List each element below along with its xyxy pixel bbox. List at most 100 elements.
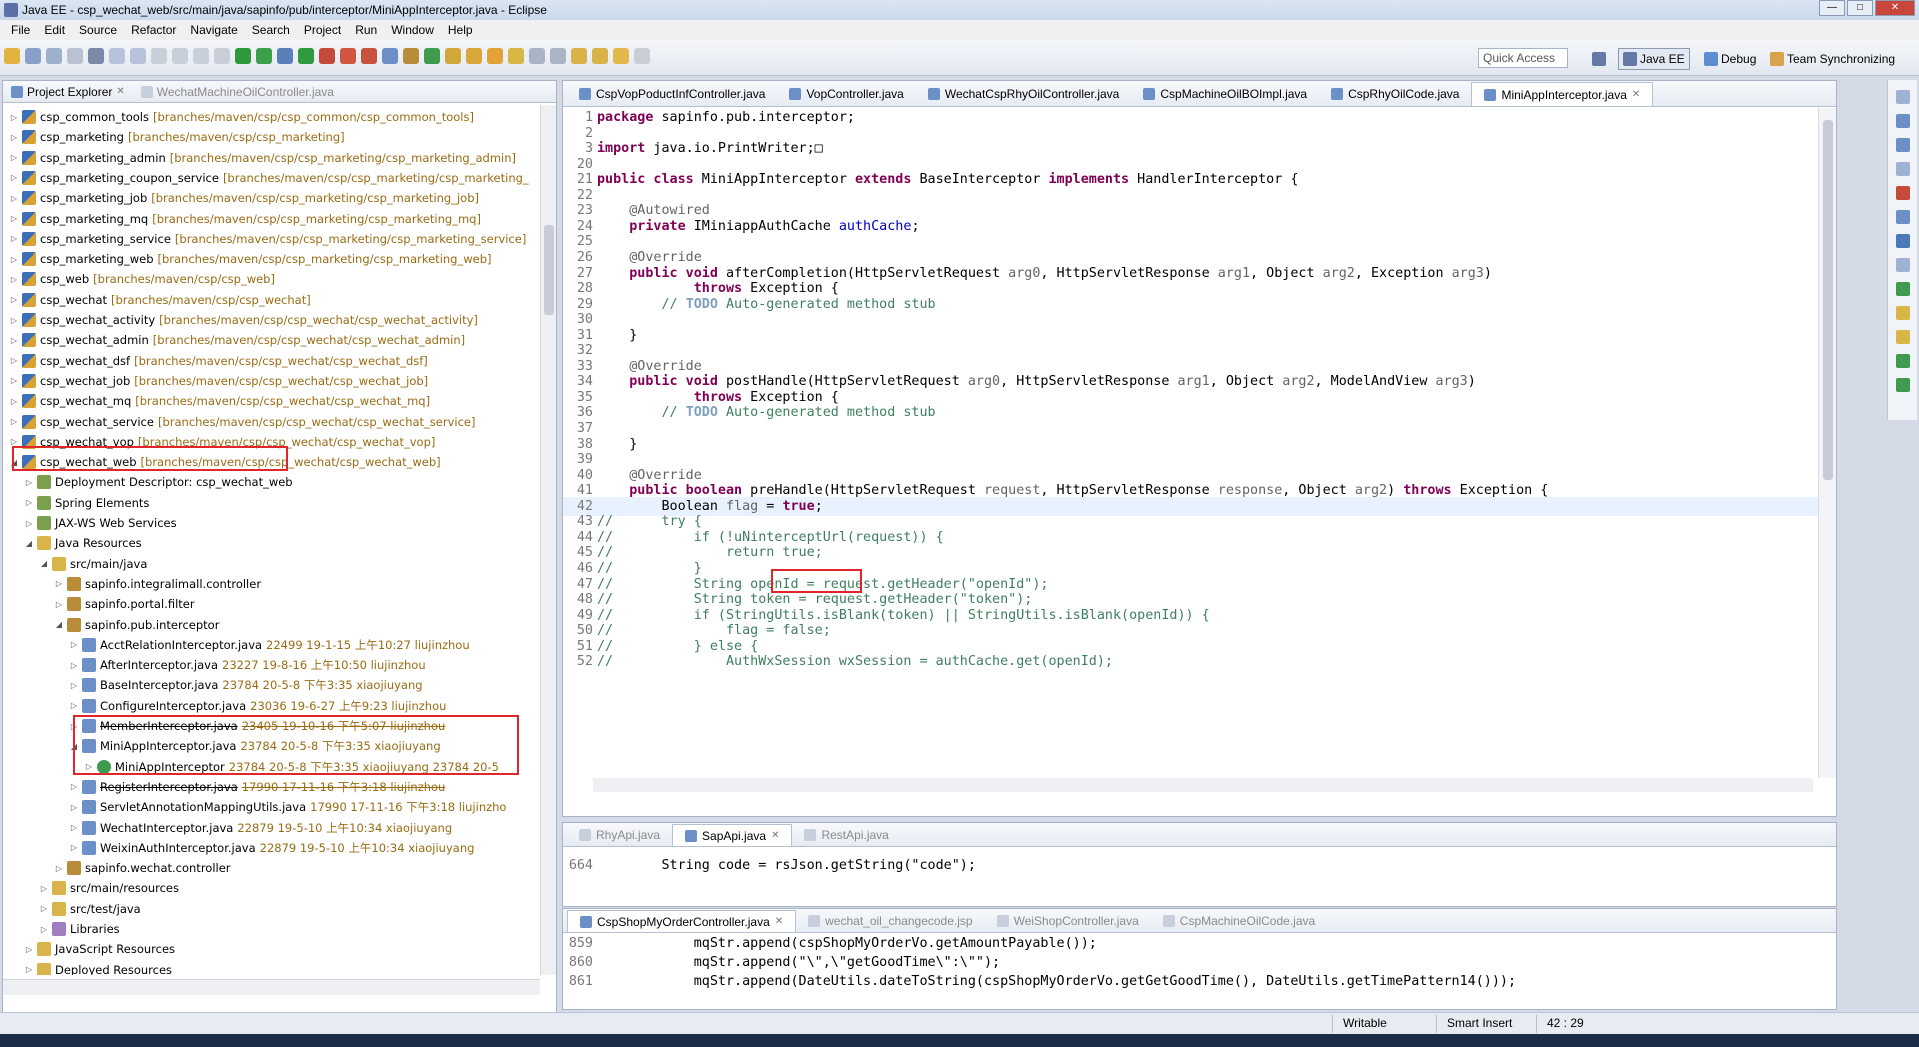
- tree-item[interactable]: ▷ csp_marketing_job [branches/maven/csp/cs…: [9, 188, 479, 208]
- coverage-icon[interactable]: [319, 48, 335, 64]
- expand-arrow-icon[interactable]: ▷: [9, 194, 19, 203]
- snippets-icon[interactable]: [1896, 306, 1910, 320]
- tree-item[interactable]: ▷ csp_marketing_admin [branches/maven/csp/…: [9, 148, 516, 168]
- markers-icon[interactable]: [1896, 162, 1910, 176]
- quick-access-input[interactable]: Quick Access: [1478, 48, 1568, 68]
- editor-vertical-scrollbar[interactable]: [1818, 108, 1836, 778]
- editor-tab[interactable]: CspRhyOilCode.java: [1319, 82, 1471, 106]
- explorer-vertical-scrollbar[interactable]: [540, 105, 556, 975]
- expand-arrow-icon[interactable]: ▷: [9, 234, 19, 243]
- step-return-icon[interactable]: [214, 48, 230, 64]
- perspective-team-sync[interactable]: Team Synchronizing: [1766, 48, 1899, 70]
- tab-restapi[interactable]: RestApi.java: [792, 824, 900, 846]
- tree-item[interactable]: ▷ csp_wechat_job [branches/maven/csp/csp_w…: [9, 371, 428, 391]
- open-perspective-button[interactable]: [1588, 48, 1610, 70]
- task-list-icon[interactable]: [1896, 138, 1910, 152]
- new-java-project-icon[interactable]: [382, 48, 398, 64]
- hierarchy-icon[interactable]: [1896, 114, 1910, 128]
- tree-item[interactable]: ▷ csp_wechat_dsf [branches/maven/csp/csp_w…: [9, 351, 428, 371]
- explorer-horizontal-scrollbar[interactable]: [3, 979, 540, 995]
- forward-icon[interactable]: [634, 48, 650, 64]
- editor-tab[interactable]: CspVopPoductInfController.java: [567, 82, 777, 106]
- server-start-icon[interactable]: [235, 48, 251, 64]
- editor-tab[interactable]: VopController.java: [777, 82, 915, 106]
- external-tools-icon[interactable]: [340, 48, 356, 64]
- tree-item[interactable]: ▷ csp_wechat [branches/maven/csp/csp_wecha…: [9, 290, 311, 310]
- menu-help[interactable]: Help: [441, 23, 480, 37]
- data-source-icon[interactable]: [1896, 282, 1910, 296]
- block-selection-icon[interactable]: [550, 48, 566, 64]
- tree-item[interactable]: ▷ WechatInterceptor.java 22879 19-5-10 上午1…: [69, 818, 452, 838]
- tree-item[interactable]: ▷ csp_web [branches/maven/csp/csp_web]: [9, 269, 275, 289]
- open-task-icon[interactable]: [466, 48, 482, 64]
- expand-arrow-icon[interactable]: ▷: [24, 478, 34, 487]
- new-class-icon[interactable]: [424, 48, 440, 64]
- tab-project-explorer[interactable]: Project Explorer ✕: [3, 81, 133, 103]
- menu-project[interactable]: Project: [297, 23, 348, 37]
- perspective-java-ee[interactable]: Java EE: [1618, 48, 1690, 70]
- code-area-shop-order[interactable]: 859 mqStr.append(cspShopMyOrderVo.getAmo…: [563, 934, 1813, 1004]
- menu-source[interactable]: Source: [72, 23, 124, 37]
- tree-item[interactable]: ▷ sapinfo.integralimall.controller: [54, 574, 265, 594]
- tree-item[interactable]: ▷ csp_common_tools [branches/maven/csp/csp…: [9, 107, 474, 127]
- tab-csp-shop-my-order[interactable]: CspShopMyOrderController.java ✕: [567, 910, 797, 932]
- new-package-icon[interactable]: [403, 48, 419, 64]
- tree-item[interactable]: ▷ ServletAnnotationMappingUtils.java 17990…: [69, 797, 506, 817]
- server-icon[interactable]: [256, 48, 272, 64]
- terminate-icon[interactable]: [151, 48, 167, 64]
- expand-arrow-icon[interactable]: ▷: [24, 945, 34, 954]
- expand-arrow-icon[interactable]: ▷: [9, 417, 19, 426]
- close-tab-icon[interactable]: ✕: [116, 86, 124, 97]
- outline-icon[interactable]: [1896, 90, 1910, 104]
- tree-item[interactable]: ▷ Deployed Resources: [24, 960, 176, 975]
- collapse-arrow-icon[interactable]: ◢: [54, 620, 64, 629]
- tree-item[interactable]: ▷ ConfigureInterceptor.java 23036 19-6-27 …: [69, 696, 446, 716]
- expand-arrow-icon[interactable]: ▷: [24, 965, 34, 974]
- tree-item[interactable]: ▷ csp_marketing_web [branches/maven/csp/cs…: [9, 249, 492, 269]
- expand-arrow-icon[interactable]: ▷: [69, 843, 79, 852]
- expand-arrow-icon[interactable]: ▷: [9, 336, 19, 345]
- tree-item[interactable]: ▷ RegisterInterceptor.java 17990 17-11-16 …: [69, 777, 445, 797]
- editor-tab[interactable]: CspMachineOilBOImpl.java: [1131, 82, 1319, 106]
- expand-arrow-icon[interactable]: ▷: [39, 925, 49, 934]
- expand-arrow-icon[interactable]: ▷: [69, 681, 79, 690]
- step-over-icon[interactable]: [193, 48, 209, 64]
- tree-item[interactable]: ▷ csp_wechat_mq [branches/maven/csp/csp_we…: [9, 391, 430, 411]
- tab-rhyapi[interactable]: RhyApi.java: [567, 824, 672, 846]
- svn-icon[interactable]: [1896, 354, 1910, 368]
- expand-arrow-icon[interactable]: ▷: [54, 579, 64, 588]
- tree-item[interactable]: ▷ csp_wechat_activity [branches/maven/csp/…: [9, 310, 478, 330]
- tree-item[interactable]: ▷ sapinfo.portal.filter: [54, 594, 199, 614]
- tab-csp-machine-oil-code[interactable]: CspMachineOilCode.java: [1151, 910, 1327, 932]
- tree-item[interactable]: ▷ JavaScript Resources: [24, 939, 179, 959]
- expand-arrow-icon[interactable]: ▷: [69, 823, 79, 832]
- expand-arrow-icon[interactable]: ▷: [9, 153, 19, 162]
- tree-item[interactable]: ▷ Deployment Descriptor: csp_wechat_web: [24, 472, 297, 492]
- menu-navigate[interactable]: Navigate: [183, 23, 244, 37]
- expand-arrow-icon[interactable]: ▷: [9, 255, 19, 264]
- menu-refactor[interactable]: Refactor: [124, 23, 183, 37]
- expand-arrow-icon[interactable]: ▷: [69, 701, 79, 710]
- tree-item[interactable]: ▷ csp_wechat_service [branches/maven/csp/c…: [9, 412, 475, 432]
- perspective-debug[interactable]: Debug: [1700, 48, 1760, 70]
- tree-item[interactable]: ▷ BaseInterceptor.java 23784 20-5-8 下午3:35…: [69, 675, 423, 695]
- tree-item[interactable]: ▷ Spring Elements: [24, 493, 153, 513]
- next-annotation-icon[interactable]: [571, 48, 587, 64]
- step-into-icon[interactable]: [172, 48, 188, 64]
- menu-window[interactable]: Window: [384, 23, 441, 37]
- search-view-icon[interactable]: [1896, 330, 1910, 344]
- tab-wechat-oil-changecode[interactable]: wechat_oil_changecode.jsp: [796, 910, 984, 932]
- code-area[interactable]: 1 package sapinfo.pub.interceptor; 2 3 impor…: [563, 108, 1819, 778]
- resume-icon[interactable]: [109, 48, 125, 64]
- new-icon[interactable]: [4, 48, 20, 64]
- search-icon[interactable]: [487, 48, 503, 64]
- open-type-icon[interactable]: [445, 48, 461, 64]
- tab-wechat-machine-oil[interactable]: WechatMachineOilController.java: [133, 81, 342, 103]
- collapse-arrow-icon[interactable]: ◢: [24, 539, 34, 548]
- tree-item[interactable]: ▷ JAX-WS Web Services: [24, 513, 181, 533]
- menu-edit[interactable]: Edit: [37, 23, 72, 37]
- editor-horizontal-scrollbar[interactable]: [593, 778, 1813, 792]
- expand-arrow-icon[interactable]: ▷: [9, 437, 19, 446]
- close-tab-icon[interactable]: ✕: [1632, 89, 1640, 100]
- tree-item[interactable]: ◢ src/main/java: [39, 554, 151, 574]
